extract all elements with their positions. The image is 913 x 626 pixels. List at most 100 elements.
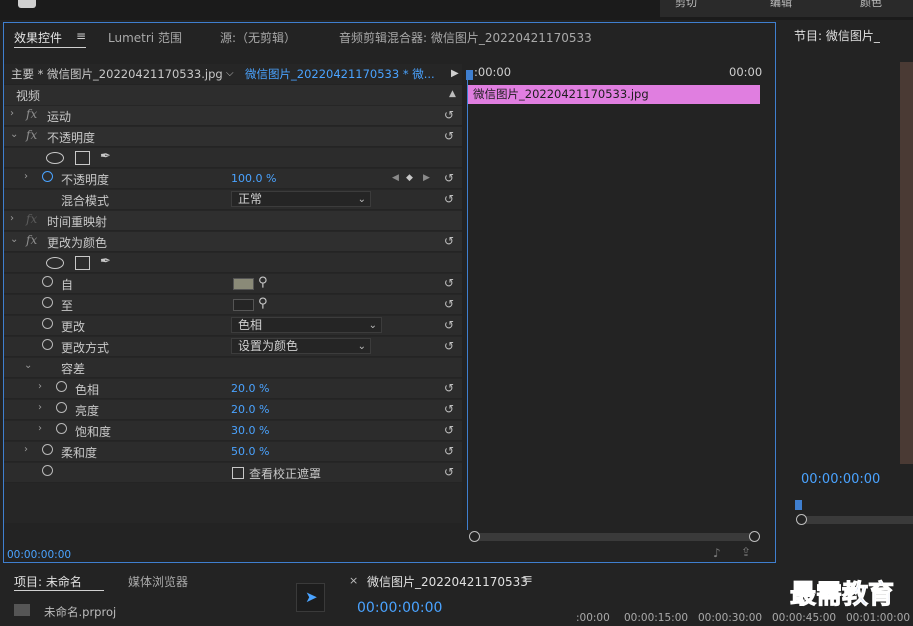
stopwatch-icon[interactable]	[42, 276, 53, 287]
property-row-hue[interactable]: › 色相 20.0 % ↺	[4, 379, 462, 399]
stopwatch-icon[interactable]	[42, 444, 53, 455]
chevron-right-icon[interactable]: ›	[24, 171, 28, 182]
property-row-change[interactable]: 更改 色相 ⌄ ↺	[4, 316, 462, 336]
selection-tool-icon[interactable]: ➤	[305, 588, 318, 606]
reset-icon[interactable]: ↺	[444, 171, 454, 185]
eyedropper-icon[interactable]: ⚲	[258, 296, 268, 311]
effect-row-time-remap[interactable]: › fx 时间重映射	[4, 211, 462, 231]
tab-effect-controls[interactable]: 效果控件	[14, 29, 62, 46]
reset-icon[interactable]: ↺	[444, 318, 454, 332]
reset-icon[interactable]: ↺	[444, 234, 454, 248]
tab-media-browser[interactable]: 媒体浏览器	[128, 573, 188, 590]
project-file-name[interactable]: 未命名.prproj	[44, 604, 116, 620]
saturation-value[interactable]: 30.0 %	[231, 424, 269, 437]
softness-value[interactable]: 50.0 %	[231, 445, 269, 458]
stopwatch-icon[interactable]	[42, 318, 53, 329]
property-row-softness[interactable]: › 柔和度 50.0 % ↺	[4, 442, 462, 462]
panel-menu-icon[interactable]: ≡	[76, 29, 86, 43]
prev-keyframe-icon[interactable]: ◀	[392, 173, 399, 183]
to-color-swatch[interactable]	[233, 299, 254, 311]
add-keyframe-icon[interactable]: ◆	[406, 173, 413, 183]
property-row-saturation[interactable]: › 饱和度 30.0 % ↺	[4, 421, 462, 441]
chevron-right-icon[interactable]: ›	[24, 444, 28, 455]
fx-icon[interactable]: fx	[26, 107, 37, 121]
timeline-scrollbar[interactable]	[469, 531, 760, 542]
clip-bar[interactable]: 微信图片_20220421170533.jpg	[468, 85, 760, 104]
chevron-right-icon[interactable]: ›	[38, 402, 42, 413]
stopwatch-icon[interactable]	[56, 381, 67, 392]
stopwatch-icon[interactable]	[56, 423, 67, 434]
chevron-right-icon[interactable]: ›	[38, 423, 42, 434]
export-icon[interactable]: ⇪	[741, 545, 751, 559]
effect-row-motion[interactable]: › fx 运动 ↺	[4, 106, 462, 126]
chevron-down-icon[interactable]: ⌄	[10, 234, 18, 245]
change-by-select[interactable]: 设置为颜色 ⌄	[231, 338, 371, 354]
chevron-down-icon[interactable]: ⌵	[226, 68, 234, 79]
opacity-value[interactable]: 100.0 %	[231, 172, 276, 185]
keyframe-timeline[interactable]	[466, 84, 772, 524]
reset-icon[interactable]: ↺	[444, 297, 454, 311]
play-triangle-icon[interactable]: ▶	[451, 68, 459, 79]
eyedropper-icon[interactable]: ⚲	[258, 275, 268, 290]
reset-icon[interactable]: ↺	[444, 402, 454, 416]
stopwatch-icon[interactable]	[56, 402, 67, 413]
rectangle-mask-icon[interactable]	[75, 256, 90, 270]
chevron-down-icon[interactable]: ⌄	[24, 360, 32, 371]
program-scrollbar[interactable]	[801, 516, 913, 524]
reset-icon[interactable]: ↺	[444, 108, 454, 122]
reset-icon[interactable]: ↺	[444, 381, 454, 395]
property-row-from[interactable]: 自 ⚲ ↺	[4, 274, 462, 294]
reset-icon[interactable]: ↺	[444, 129, 454, 143]
pen-mask-icon[interactable]: ✒	[100, 149, 111, 164]
property-row-blend-mode[interactable]: 混合模式 正常 ⌄ ↺	[4, 190, 462, 210]
reset-icon[interactable]: ↺	[444, 423, 454, 437]
rectangle-mask-icon[interactable]	[75, 151, 90, 165]
program-time[interactable]: 00:00:00:00	[801, 472, 880, 487]
tab-source[interactable]: 源:（无剪辑）	[220, 29, 296, 46]
reset-icon[interactable]: ↺	[444, 192, 454, 206]
chevron-right-icon[interactable]: ›	[10, 213, 14, 224]
menu-item-color[interactable]: 颜色	[860, 0, 882, 10]
menu-item-edit[interactable]: 编辑	[770, 0, 792, 10]
playhead-handle[interactable]	[466, 70, 473, 80]
current-time[interactable]: 00:00:00:00	[7, 549, 71, 561]
change-select[interactable]: 色相 ⌄	[231, 317, 382, 333]
sequence-time[interactable]: 00:00:00:00	[357, 600, 442, 616]
ellipse-mask-icon[interactable]	[46, 152, 64, 164]
stopwatch-icon[interactable]	[42, 465, 53, 476]
scrollbar-handle[interactable]	[796, 514, 807, 525]
playhead[interactable]	[467, 70, 468, 530]
property-row-opacity[interactable]: › 不透明度 100.0 % ◀ ◆ ▶ ↺	[4, 169, 462, 189]
chevron-right-icon[interactable]: ›	[10, 108, 14, 119]
sequence-clip-selector[interactable]: 微信图片_20220421170533 * 微...	[245, 66, 435, 82]
chevron-down-icon[interactable]: ⌄	[10, 129, 18, 140]
menu-item-cut[interactable]: 剪切	[675, 0, 697, 10]
property-row-lightness[interactable]: › 亮度 20.0 % ↺	[4, 400, 462, 420]
ellipse-mask-icon[interactable]	[46, 257, 64, 269]
pen-mask-icon[interactable]: ✒	[100, 254, 111, 269]
tab-project[interactable]: 项目: 未命名	[14, 573, 82, 590]
from-color-swatch[interactable]	[233, 278, 254, 290]
fx-icon[interactable]: fx	[26, 128, 37, 142]
scrollbar-right-handle[interactable]	[749, 531, 760, 542]
fx-icon[interactable]: fx	[26, 233, 37, 247]
property-group-tolerance[interactable]: ⌄ 容差	[4, 358, 462, 378]
close-icon[interactable]: ×	[349, 574, 358, 587]
tab-audio-mixer[interactable]: 音频剪辑混合器: 微信图片_20220421170533	[339, 29, 592, 46]
scrollbar-left-handle[interactable]	[469, 531, 480, 542]
effect-row-opacity[interactable]: ⌄ fx 不透明度 ↺	[4, 127, 462, 147]
master-clip-label[interactable]: 主要 * 微信图片_20220421170533.jpg	[11, 66, 223, 82]
stopwatch-icon[interactable]	[42, 339, 53, 350]
property-row-to[interactable]: 至 ⚲ ↺	[4, 295, 462, 315]
next-keyframe-icon[interactable]: ▶	[423, 173, 430, 183]
blend-mode-select[interactable]: 正常 ⌄	[231, 191, 371, 207]
property-row-view-mask[interactable]: 查看校正遮罩 ↺	[4, 463, 462, 483]
reset-icon[interactable]: ↺	[444, 444, 454, 458]
reset-icon[interactable]: ↺	[444, 276, 454, 290]
panel-menu-icon[interactable]: ≡	[522, 572, 533, 587]
program-playhead[interactable]	[795, 500, 802, 510]
hue-value[interactable]: 20.0 %	[231, 382, 269, 395]
audio-only-icon[interactable]: ♪	[713, 546, 721, 560]
property-row-change-by[interactable]: 更改方式 设置为颜色 ⌄ ↺	[4, 337, 462, 357]
sequence-tab[interactable]: 微信图片_20220421170533	[367, 573, 528, 590]
